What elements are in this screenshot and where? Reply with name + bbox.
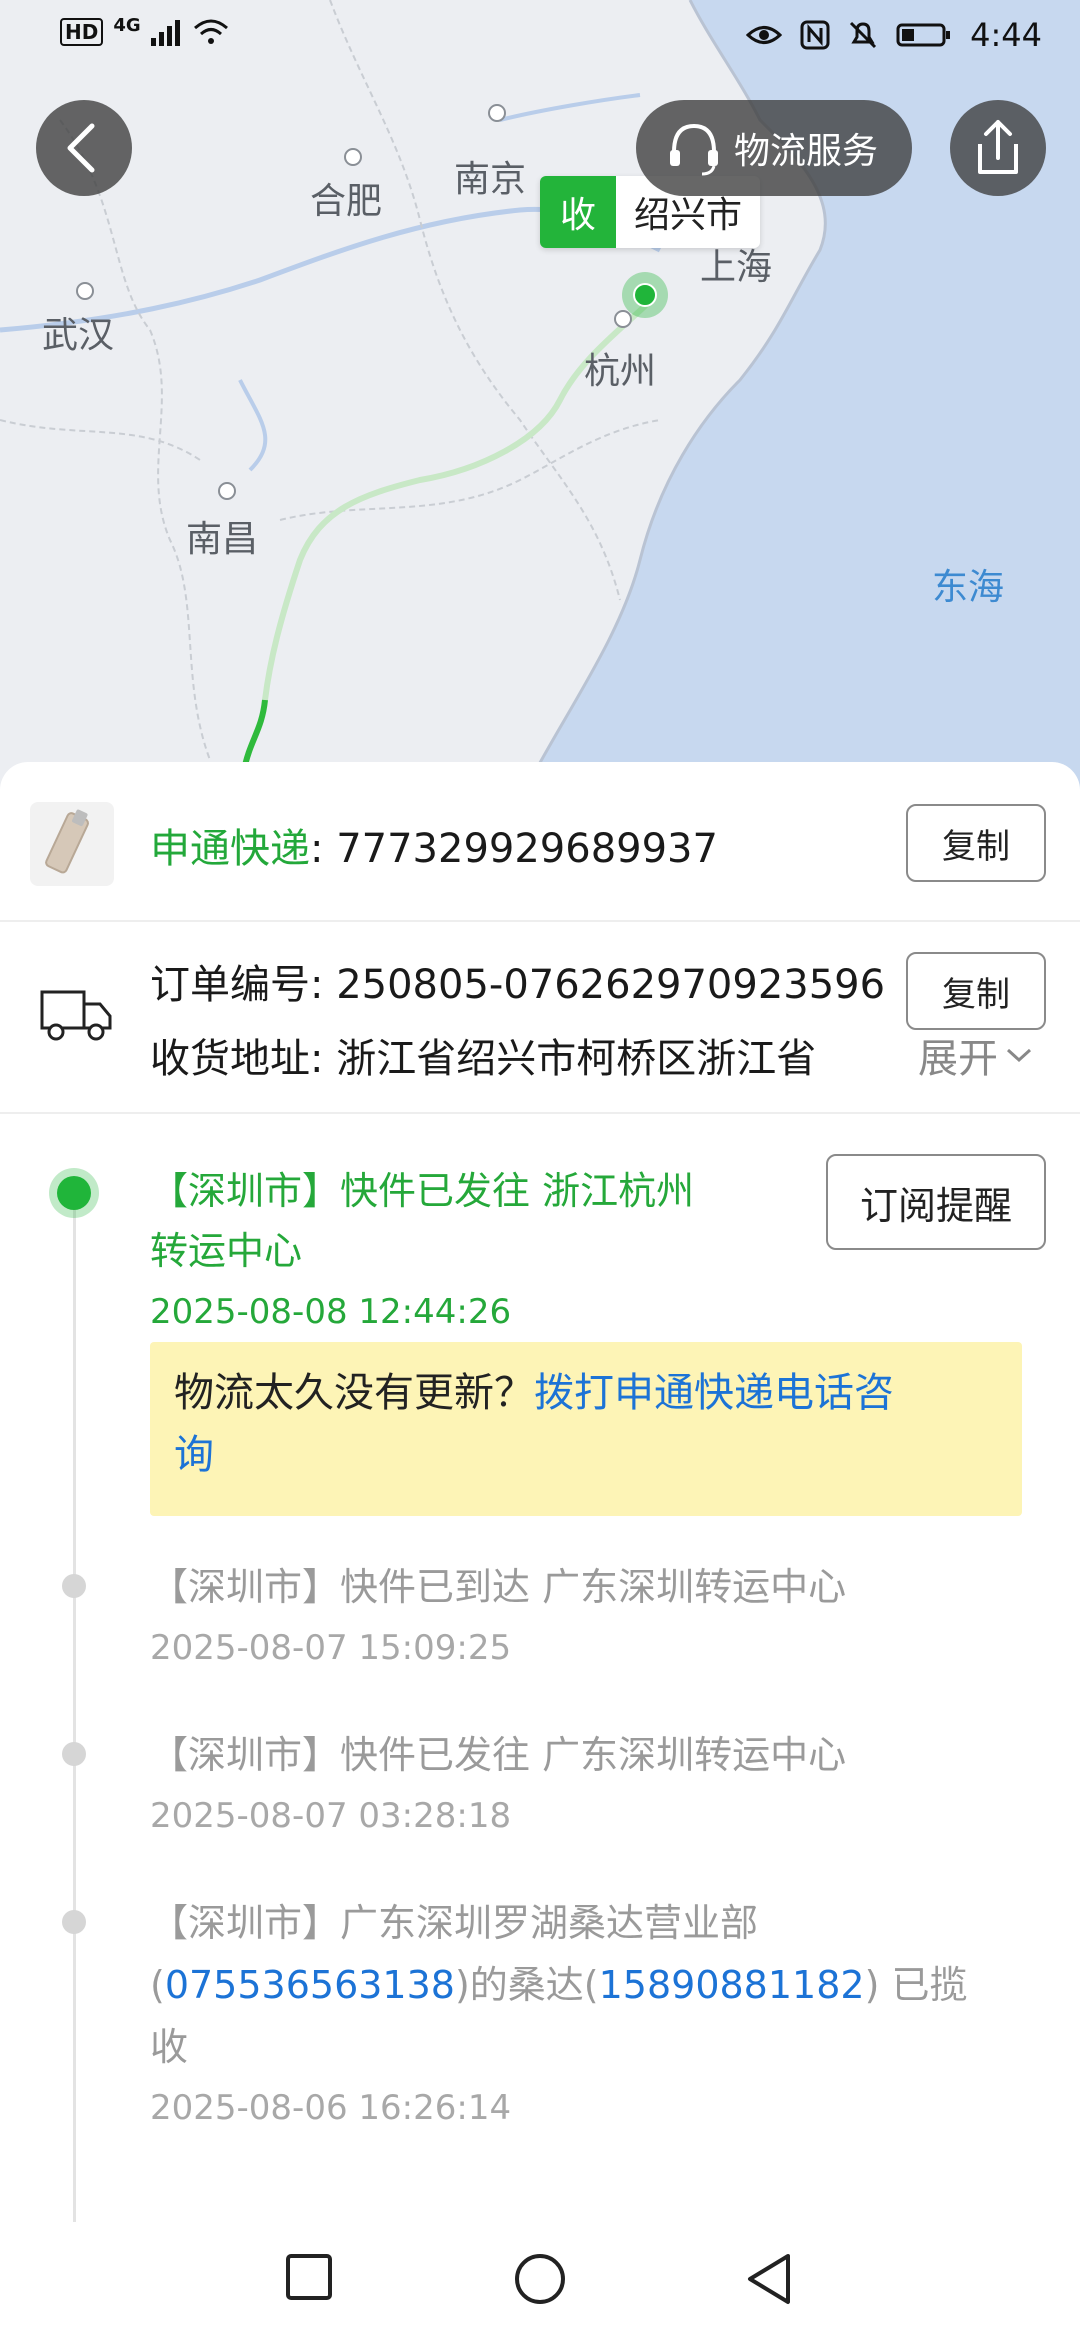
receive-badge: 收 bbox=[540, 176, 616, 248]
timeline-line bbox=[73, 1182, 76, 2222]
truck-icon bbox=[40, 990, 112, 1041]
status-bar: HD 4G 4:44 bbox=[0, 0, 1080, 80]
home-icon[interactable] bbox=[513, 2252, 567, 2306]
back-nav-icon[interactable] bbox=[744, 2252, 794, 2306]
tracking-sheet: 申通快递: 777329929689937 复制 订单编号: 250805-07… bbox=[0, 762, 1080, 2222]
order-number: 250805-076262970923596 bbox=[336, 962, 886, 1008]
address-value: 浙江省绍兴市柯桥区浙江省 bbox=[336, 1036, 817, 1082]
timeline-dot bbox=[62, 1574, 86, 1598]
event-time: 2025-08-06 16:26:14 bbox=[150, 2088, 512, 2128]
city-dot-nanjing bbox=[488, 104, 506, 122]
notice-text: 物流太久没有更新？ bbox=[174, 1370, 534, 1416]
update-notice: 物流太久没有更新？拨打申通快递电话咨询 bbox=[150, 1342, 1022, 1516]
separator: : bbox=[310, 826, 337, 872]
address-label: 收货地址 bbox=[150, 1036, 310, 1082]
logistics-service-label: 物流服务 bbox=[734, 131, 879, 172]
system-navigation-bar bbox=[0, 2222, 1080, 2340]
event-current-line2: 转运中心 bbox=[150, 1229, 303, 1273]
clock: 4:44 bbox=[970, 16, 1042, 54]
order-colon: : bbox=[310, 962, 337, 1008]
copy-order-button[interactable]: 复制 bbox=[906, 952, 1046, 1030]
order-label: 订单编号 bbox=[150, 962, 310, 1008]
event-line1: 【深圳市】快件已发往 广东深圳转运中心 bbox=[150, 1733, 847, 1777]
subscribe-reminder-button[interactable]: 订阅提醒 bbox=[826, 1154, 1046, 1250]
courier-text: )的桑达( bbox=[454, 1963, 599, 2007]
collected-text: ) 已揽 bbox=[864, 1963, 968, 2007]
express-line: 申通快递: 777329929689937 bbox=[150, 816, 718, 874]
eye-icon bbox=[746, 26, 783, 44]
logistics-service-button[interactable]: 物流服务 bbox=[636, 100, 912, 196]
usb-drive-image bbox=[45, 809, 89, 874]
city-label-wuhan: 武汉 bbox=[42, 315, 115, 356]
expand-label: 展开 bbox=[918, 1036, 998, 1082]
wifi-icon bbox=[193, 19, 228, 44]
city-label-hangzhou: 杭州 bbox=[584, 351, 657, 392]
timeline-dot-current bbox=[57, 1176, 91, 1210]
paren-open: ( bbox=[150, 1963, 165, 2007]
expand-address-button[interactable]: 展开 bbox=[918, 1026, 1034, 1084]
call-carrier-link[interactable]: 拨打申通快递电话咨 bbox=[534, 1370, 894, 1416]
event-current-time: 2025-08-08 12:44:26 bbox=[150, 1292, 512, 1332]
hd-badge: HD bbox=[60, 18, 104, 46]
event-current-line1: 【深圳市】快件已发往 浙江杭州 bbox=[150, 1169, 695, 1213]
city-label-hefei: 合肥 bbox=[310, 181, 383, 222]
signal-icon bbox=[150, 20, 180, 46]
map-background bbox=[0, 0, 1080, 800]
city-dot-wuhan bbox=[76, 282, 94, 300]
city-dot-hangzhou bbox=[614, 310, 632, 328]
route-map[interactable]: 合肥 南京 上海 武汉 杭州 南昌 东海 收 绍兴市 bbox=[0, 0, 1080, 800]
product-thumbnail[interactable] bbox=[30, 802, 114, 886]
recent-apps-icon[interactable] bbox=[284, 2252, 334, 2302]
event-line1: 【深圳市】广东深圳罗湖桑达营业部 bbox=[150, 1901, 759, 1945]
event-line1: 【深圳市】快件已到达 广东深圳转运中心 bbox=[150, 1565, 847, 1609]
city-label-nanchang: 南昌 bbox=[186, 519, 259, 560]
order-row: 订单编号: 250805-076262970923596 复制 收货地址: 浙江… bbox=[0, 922, 1080, 1114]
battery-icon bbox=[896, 23, 951, 47]
courier-phone-link[interactable]: 15890881182 bbox=[599, 1963, 865, 2007]
back-arrow-icon bbox=[67, 123, 95, 173]
address-colon: : bbox=[310, 1036, 337, 1082]
back-button[interactable] bbox=[36, 100, 132, 196]
call-carrier-link-cont[interactable]: 询 bbox=[174, 1432, 214, 1478]
outlet-phone-link[interactable]: 075536563138 bbox=[165, 1963, 455, 2007]
share-icon bbox=[978, 120, 1018, 174]
event-time: 2025-08-07 03:28:18 bbox=[150, 1796, 512, 1836]
timeline-dot bbox=[62, 1742, 86, 1766]
event-line3: 收 bbox=[150, 2025, 189, 2069]
network-type: 4G bbox=[113, 14, 141, 36]
copy-tracking-button[interactable]: 复制 bbox=[906, 804, 1046, 882]
chevron-down-icon bbox=[1006, 1048, 1032, 1063]
city-dot-nanchang bbox=[218, 482, 236, 500]
event-time: 2025-08-07 15:09:25 bbox=[150, 1628, 512, 1668]
address-line: 收货地址: 浙江省绍兴市柯桥区浙江省 bbox=[150, 1026, 890, 1084]
mute-icon bbox=[850, 21, 877, 49]
sea-label: 东海 bbox=[932, 567, 1005, 608]
tracking-number: 777329929689937 bbox=[336, 826, 718, 872]
order-number-line: 订单编号: 250805-076262970923596 bbox=[150, 952, 885, 1010]
carrier-name[interactable]: 申通快递 bbox=[150, 826, 310, 872]
nfc-icon bbox=[800, 20, 830, 50]
express-row: 申通快递: 777329929689937 复制 bbox=[0, 762, 1080, 922]
share-button[interactable] bbox=[950, 100, 1046, 196]
headset-icon bbox=[670, 123, 718, 176]
city-dot-hefei bbox=[344, 148, 362, 166]
timeline-dot bbox=[62, 1910, 86, 1934]
city-label-nanjing: 南京 bbox=[454, 159, 527, 200]
destination-marker-icon bbox=[622, 272, 668, 318]
event-line2: (075536563138)的桑达(15890881182) 已揽 bbox=[150, 1954, 967, 2016]
